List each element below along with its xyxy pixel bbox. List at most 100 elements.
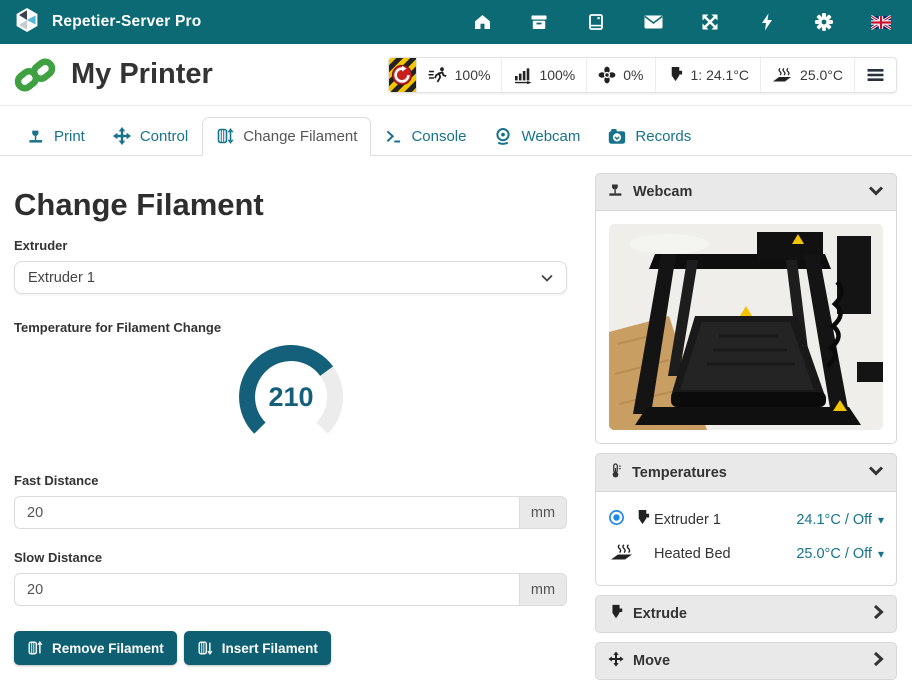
book-icon[interactable] [586,12,606,32]
archive-icon[interactable] [529,12,549,32]
top-navbar: Repetier-Server Pro [0,0,912,44]
slow-distance-input[interactable] [14,573,519,606]
move-panel-title: Move [633,653,670,669]
heated-bed-row-name: Heated Bed [654,546,731,562]
extruder-select[interactable]: Extruder 1 [14,261,567,294]
flow-icon [513,66,532,84]
fan-icon [598,66,616,84]
bed-temp-value: 25.0°C [800,67,843,83]
radio-selected-icon[interactable] [608,509,625,530]
tab-label: Print [54,128,85,145]
temperature-input[interactable] [455,343,492,433]
printer-header: My Printer 100% [0,44,912,106]
tab-console[interactable]: Console [371,118,480,156]
move-cross-icon [113,127,131,145]
chevron-down-icon [868,184,884,201]
heated-bed-icon [608,542,636,566]
temperatures-panel: Temperatures [595,453,897,586]
temperatures-panel-body: Extruder 1 24.1°C / Off ▾ [595,492,897,586]
fast-distance-group: mm [14,496,567,529]
fan-status[interactable]: 0% [587,58,655,92]
hamburger-icon [867,68,884,82]
speed-icon [428,66,448,84]
tab-label: Webcam [521,128,580,145]
brand[interactable]: Repetier-Server Pro [14,7,201,38]
tab-label: Change Filament [243,128,357,145]
slow-distance-label: Slow Distance [14,550,567,565]
page-title: Change Filament [14,187,567,223]
speed-value: 100% [455,67,491,83]
tab-change-filament[interactable]: Change Filament [202,117,371,156]
tab-records[interactable]: Records [594,118,705,156]
fast-distance-unit: mm [519,496,567,529]
heated-bed-temp-row: Heated Bed 25.0°C / Off ▾ [608,536,884,572]
mail-icon[interactable] [643,12,663,32]
printer-tabs: Print Control Ch [0,106,912,156]
move-cross-icon [608,651,624,671]
emergency-stop-button[interactable] [389,58,417,92]
tab-label: Control [140,128,188,145]
insert-filament-label: Insert Filament [222,641,318,656]
insert-filament-button[interactable]: Insert Filament [184,631,331,665]
webcam-panel-header[interactable]: Webcam [595,173,897,211]
home-icon[interactable] [472,12,492,32]
tab-label: Console [411,128,466,145]
extrude-panel-header[interactable]: Extrude [595,595,897,633]
extruder-nozzle-icon [634,509,651,530]
navbar-icons [472,12,891,32]
thermometer-icon [608,462,623,483]
repetier-logo-icon [14,7,40,38]
temperatures-panel-header[interactable]: Temperatures [595,453,897,492]
heated-bed-temp-dropdown[interactable]: 25.0°C / Off ▾ [796,546,884,562]
remove-filament-button[interactable]: Remove Filament [14,631,177,665]
flow-status[interactable]: 100% [502,58,587,92]
extruder-nozzle-icon [608,604,624,624]
extruder-row-name: Extruder 1 [654,512,721,528]
bolt-icon[interactable] [757,12,777,32]
filament-change-icon [216,127,234,145]
extruder-temp-dropdown[interactable]: 24.1°C / Off ▾ [796,512,884,528]
repetier-server-app: Repetier-Server Pro [0,0,912,661]
chevron-right-icon [872,651,884,671]
webcam-stream[interactable] [609,224,883,430]
slow-distance-group: mm [14,573,567,606]
temperatures-panel-title: Temperatures [632,465,727,481]
chevron-down-icon [541,270,553,286]
temperature-gauge[interactable]: 210 [235,343,347,445]
chevron-right-icon [872,604,884,624]
bed-temp-status[interactable]: 25.0°C [761,58,855,92]
tab-control[interactable]: Control [99,117,202,156]
webcam-icon [494,127,512,145]
gear-icon[interactable] [814,12,834,32]
connection-link-icon[interactable] [14,54,56,96]
webcam-panel-body [595,211,897,444]
caret-down-icon: ▾ [878,548,884,560]
content-area: Change Filament Extruder Extruder 1 Temp… [0,156,912,689]
tab-label: Records [635,128,691,145]
tab-print[interactable]: Print [14,118,99,156]
filament-up-icon [27,640,43,656]
caret-down-icon: ▾ [878,514,884,526]
expand-arrows-icon[interactable] [700,12,720,32]
printer-menu-button[interactable] [855,58,896,92]
move-panel-header[interactable]: Move [595,642,897,680]
move-panel: Move [595,642,897,680]
slow-distance-unit: mm [519,573,567,606]
sidebar: Webcam [595,173,897,689]
extrude-panel: Extrude [595,595,897,633]
extruder-nozzle-icon [667,66,684,83]
fast-distance-input[interactable] [14,496,519,529]
records-icon [608,128,626,145]
webcam-panel-title: Webcam [633,184,692,200]
language-flag-icon[interactable] [871,12,891,32]
print-icon [28,128,45,145]
temperature-gauge-row: 210 [14,343,567,451]
extruder-temp-status[interactable]: 1: 24.1°C [656,58,762,92]
extruder-label: Extruder [14,238,567,253]
speed-status[interactable]: 100% [417,58,503,92]
change-filament-panel: Change Filament Extruder Extruder 1 Temp… [14,173,567,689]
extruder-select-value: Extruder 1 [28,270,95,286]
tab-webcam[interactable]: Webcam [480,117,594,156]
console-icon [385,128,402,145]
extruder-temp-text: 24.1°C / Off [796,512,872,528]
